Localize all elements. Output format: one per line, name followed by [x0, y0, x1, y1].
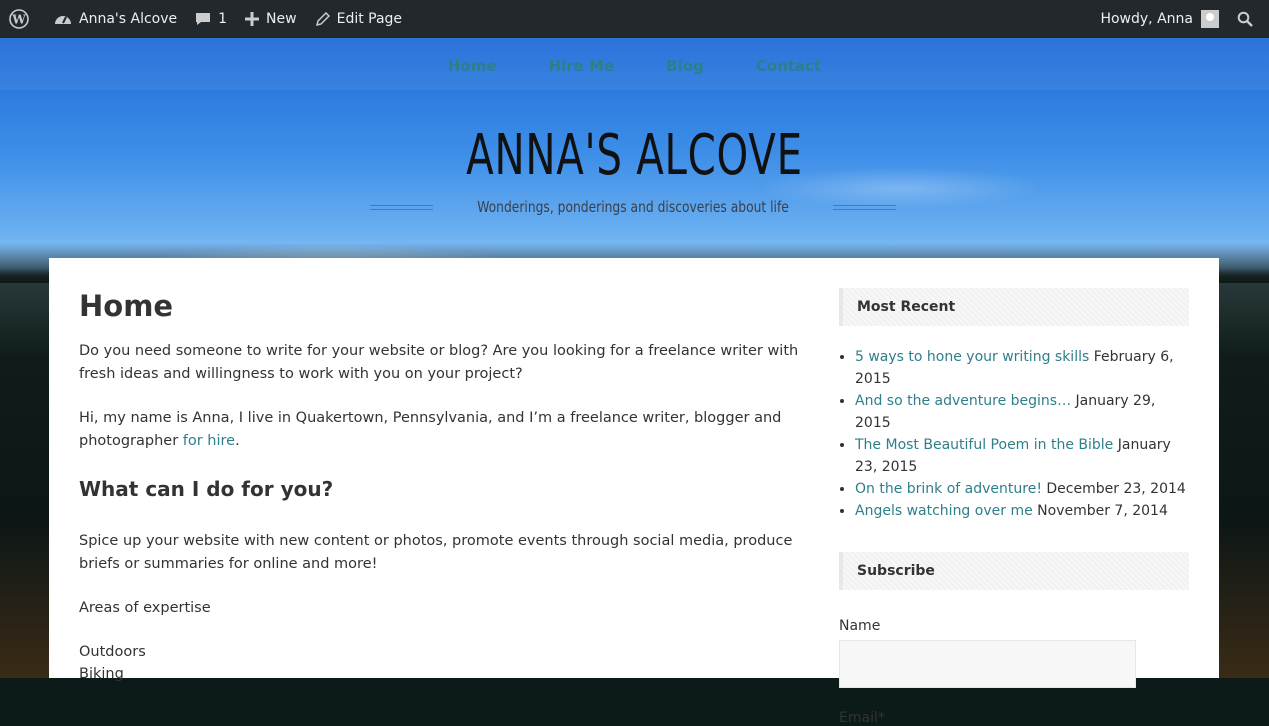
main-content: Home Do you need someone to write for yo…	[79, 286, 814, 685]
site-title[interactable]: ANNA'S ALCOVE	[178, 118, 1092, 194]
content-panel: Home Do you need someone to write for yo…	[49, 258, 1219, 726]
tagline-rule-right	[833, 204, 896, 210]
list-item: 5 ways to hone your writing skills Febru…	[855, 346, 1189, 390]
edit-page-link[interactable]: Edit Page	[306, 0, 411, 38]
greeting-label: Howdy, Anna	[1100, 11, 1193, 27]
expertise-item: Outdoors	[79, 644, 146, 660]
nav-contact[interactable]: Contact	[730, 57, 847, 75]
admin-bar: W Anna's Alcove 1 New Edit Page Howdy, A…	[0, 0, 1269, 38]
recent-post-date: November 7, 2014	[1032, 503, 1168, 519]
wordpress-menu[interactable]: W	[0, 0, 45, 38]
new-content-link[interactable]: New	[236, 0, 306, 38]
recent-post-link[interactable]: On the brink of adventure!	[855, 481, 1042, 497]
comment-icon	[196, 13, 211, 25]
name-input[interactable]	[839, 640, 1136, 688]
for-hire-link[interactable]: for hire	[183, 433, 235, 449]
search-icon	[1237, 11, 1253, 27]
services-paragraph: Spice up your website with new content o…	[79, 533, 793, 572]
primary-nav: Home Hire Me Blog Contact	[0, 38, 1269, 93]
email-label: Email*	[839, 710, 885, 726]
section-heading: What can I do for you?	[79, 477, 334, 501]
recent-post-link[interactable]: 5 ways to hone your writing skills	[855, 349, 1089, 365]
expertise-item: Biking	[79, 666, 124, 682]
recent-post-date: December 23, 2014	[1041, 481, 1186, 497]
list-item: The Most Beautiful Poem in the Bible Jan…	[855, 434, 1189, 478]
tagline-rule-left	[370, 204, 433, 210]
new-label: New	[266, 11, 297, 27]
comments-count: 1	[218, 11, 228, 27]
list-item: And so the adventure begins… January 29,…	[855, 390, 1189, 434]
list-item: Angels watching over me November 7, 2014	[855, 500, 1189, 522]
nav-hire-me[interactable]: Hire Me	[523, 57, 641, 75]
subscribe-title: Subscribe	[839, 552, 1189, 590]
dashboard-icon	[55, 16, 71, 24]
nav-home[interactable]: Home	[422, 57, 523, 75]
about-paragraph: Hi, my name is Anna, I live in Quakertow…	[79, 407, 814, 453]
site-name-label: Anna's Alcove	[79, 11, 178, 27]
recent-posts-list: 5 ways to hone your writing skills Febru…	[839, 346, 1189, 522]
sidebar: Most Recent 5 ways to hone your writing …	[839, 288, 1189, 726]
page-title: Home	[79, 289, 174, 323]
avatar	[1201, 10, 1219, 28]
admin-search-button[interactable]	[1228, 0, 1269, 38]
recent-post-link[interactable]: The Most Beautiful Poem in the Bible	[855, 437, 1113, 453]
recent-post-link[interactable]: Angels watching over me	[855, 503, 1033, 519]
edit-page-label: Edit Page	[336, 11, 403, 27]
comments-link[interactable]: 1	[186, 0, 236, 38]
list-item: On the brink of adventure! December 23, …	[855, 478, 1189, 500]
wordpress-logo-icon: W	[9, 9, 29, 29]
about-end: .	[235, 433, 240, 449]
tagline-row: Wonderings, ponderings and discoveries a…	[370, 195, 896, 219]
account-menu[interactable]: Howdy, Anna	[1091, 0, 1228, 38]
expertise-label: Areas of expertise	[79, 600, 211, 616]
recent-post-link[interactable]: And so the adventure begins…	[855, 393, 1071, 409]
nav-blog[interactable]: Blog	[640, 57, 730, 75]
most-recent-title: Most Recent	[839, 288, 1189, 326]
intro-paragraph: Do you need someone to write for your we…	[79, 343, 799, 382]
site-tagline: Wonderings, ponderings and discoveries a…	[477, 198, 789, 216]
site-name-link[interactable]: Anna's Alcove	[45, 0, 186, 38]
svg-text:W: W	[11, 13, 26, 27]
name-label: Name	[839, 618, 881, 634]
plus-icon	[245, 12, 260, 26]
pencil-icon	[315, 11, 330, 26]
